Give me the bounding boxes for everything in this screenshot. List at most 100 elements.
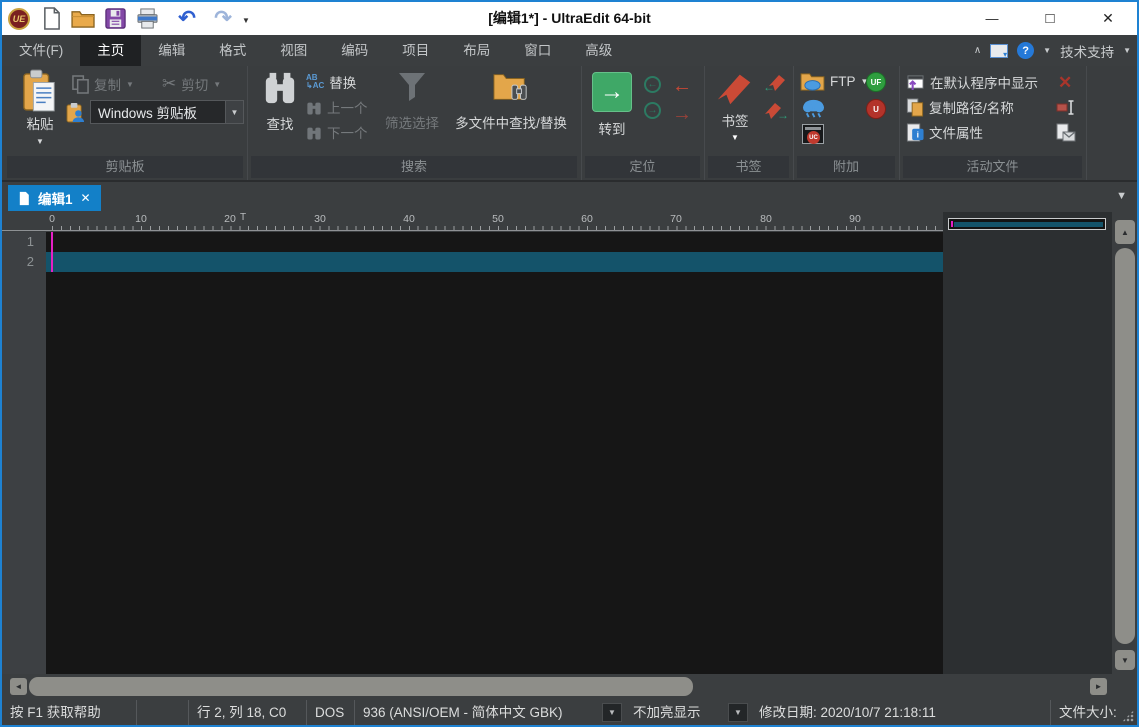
app-logo[interactable]: UE bbox=[6, 6, 32, 32]
status-line-ending[interactable]: DOS bbox=[307, 700, 355, 725]
next-change-button[interactable]: → bbox=[672, 104, 692, 124]
help-dropdown-icon[interactable]: ▼ bbox=[1043, 46, 1051, 55]
menu-home[interactable]: 主页 bbox=[80, 35, 141, 66]
scroll-down-button[interactable]: ▼ bbox=[1115, 650, 1135, 670]
show-in-default-button[interactable]: 在默认程序中显示 bbox=[906, 72, 1038, 92]
tab-close-icon[interactable]: ✕ bbox=[81, 191, 91, 205]
layout-switch-icon[interactable] bbox=[990, 44, 1008, 58]
ruler-mark: 50 bbox=[483, 213, 513, 225]
find-in-files-label: 多文件中查找/替换 bbox=[455, 112, 567, 132]
encoding-dropdown-icon[interactable]: ▼ bbox=[602, 703, 622, 722]
find-in-files-icon bbox=[491, 69, 531, 105]
close-button[interactable]: ✕ bbox=[1079, 2, 1137, 35]
filter-label: 筛选选择 bbox=[385, 112, 439, 132]
ultracompare-button[interactable]: UC bbox=[802, 124, 824, 144]
editor-line-2-active bbox=[46, 252, 943, 272]
group-label-clipboard: 剪贴板 bbox=[7, 156, 243, 178]
paste-label: 粘贴 bbox=[27, 113, 54, 133]
quick-access-customize-button[interactable]: ▼ bbox=[242, 10, 250, 28]
bookmark-button[interactable]: 书签 ▼ bbox=[711, 68, 759, 142]
clipboard-dropdown[interactable]: Windows 剪贴板 ▼ bbox=[90, 100, 244, 124]
menu-file[interactable]: 文件(F) bbox=[2, 35, 80, 66]
undo-button[interactable]: ↶ bbox=[174, 6, 200, 32]
print-button[interactable] bbox=[134, 6, 160, 32]
redo-button[interactable]: ↷ bbox=[210, 6, 236, 32]
support-menu[interactable]: 技术支持 bbox=[1060, 41, 1114, 61]
menu-right-cluster: ∧ ? ▼ 技术支持 ▼ bbox=[974, 35, 1131, 66]
find-in-files-button[interactable]: 多文件中查找/替换 bbox=[446, 69, 576, 132]
previous-bookmark-button[interactable]: ← bbox=[763, 72, 789, 96]
open-folder-icon bbox=[71, 8, 96, 29]
collapse-ribbon-icon[interactable]: ∧ bbox=[974, 45, 981, 56]
horizontal-scroll-thumb[interactable] bbox=[29, 677, 693, 696]
menu-encoding[interactable]: 编码 bbox=[324, 35, 385, 66]
new-file-button[interactable] bbox=[38, 6, 64, 32]
vertical-scrollbar[interactable]: ▲ ▼ bbox=[1112, 212, 1139, 674]
previous-change-button[interactable]: ← bbox=[672, 76, 692, 96]
back-position-button[interactable]: ← bbox=[644, 76, 661, 93]
menu-bar: 文件(F) 主页 编辑 格式 视图 编码 项目 布局 窗口 高级 ∧ ? ▼ 技… bbox=[2, 35, 1137, 66]
find-next-button[interactable]: 下一个 bbox=[306, 122, 368, 142]
replace-button[interactable]: AB↳AC 替换 bbox=[306, 72, 356, 92]
copy-label: 复制 bbox=[94, 74, 121, 94]
cut-button[interactable]: ✂ 剪切 ▼ bbox=[162, 74, 221, 94]
filter-selection-button[interactable]: 筛选选择 bbox=[378, 71, 446, 132]
file-properties-button[interactable]: i 文件属性 bbox=[906, 122, 983, 142]
menu-window[interactable]: 窗口 bbox=[507, 35, 568, 66]
undo-icon: ↶ bbox=[178, 8, 196, 29]
menu-project[interactable]: 项目 bbox=[385, 35, 446, 66]
cloud-services-button[interactable] bbox=[801, 97, 826, 125]
find-previous-button[interactable]: 上一个 bbox=[306, 97, 368, 117]
resize-grip[interactable] bbox=[1119, 700, 1137, 725]
scroll-right-button[interactable]: ► bbox=[1090, 678, 1107, 695]
status-spare bbox=[137, 700, 189, 725]
line-number: 2 bbox=[2, 252, 46, 272]
bookmark-dropdown-icon: ▼ bbox=[731, 133, 739, 142]
help-icon[interactable]: ? bbox=[1017, 42, 1034, 59]
maximize-button[interactable]: □ bbox=[1021, 2, 1079, 35]
menu-advanced[interactable]: 高级 bbox=[568, 35, 629, 66]
paste-dropdown-icon: ▼ bbox=[36, 137, 44, 146]
goto-button[interactable]: → 转到 bbox=[592, 72, 632, 138]
forward-position-button[interactable]: → bbox=[644, 102, 661, 119]
ultraedit-logo-icon: UE bbox=[8, 8, 30, 30]
status-modified-date: 修改日期: 2020/10/7 21:18:11 bbox=[751, 700, 1051, 725]
ftp-button[interactable]: FTP ▼ bbox=[800, 71, 868, 92]
windows-clipboard-icon bbox=[66, 102, 85, 123]
save-button[interactable] bbox=[102, 6, 128, 32]
edit-area[interactable] bbox=[46, 232, 943, 674]
new-file-icon bbox=[42, 7, 61, 30]
rename-file-button[interactable] bbox=[1056, 100, 1076, 120]
ultrafinder-button[interactable]: UF bbox=[866, 72, 886, 92]
next-bookmark-button[interactable]: → bbox=[763, 100, 789, 124]
support-dropdown-icon[interactable]: ▼ bbox=[1123, 46, 1131, 55]
tab-list-dropdown-icon[interactable]: ▼ bbox=[1116, 190, 1127, 202]
ultraedit-window: UE ↶ ↷ ▼ [编辑1*] - UltraEdit 64-bit — □ ✕ bbox=[0, 0, 1139, 727]
open-file-button[interactable] bbox=[70, 6, 96, 32]
status-file-size: 文件大小: 46/2 (字节/行) bbox=[1051, 700, 1119, 725]
paste-button[interactable]: 粘贴 ▼ bbox=[14, 69, 66, 146]
scroll-up-button[interactable]: ▲ bbox=[1115, 220, 1135, 244]
vertical-scroll-thumb[interactable] bbox=[1115, 248, 1135, 644]
minimize-button[interactable]: — bbox=[963, 2, 1021, 35]
email-file-button[interactable] bbox=[1056, 123, 1076, 147]
status-caret-position: 行 2, 列 18, C0 bbox=[189, 700, 307, 725]
horizontal-scrollbar[interactable]: ◄ ► bbox=[2, 674, 1137, 700]
highlight-dropdown-icon[interactable]: ▼ bbox=[728, 703, 748, 722]
menu-format[interactable]: 格式 bbox=[202, 35, 263, 66]
document-map-viewport[interactable] bbox=[948, 218, 1106, 230]
tab-edit1[interactable]: 编辑1 ✕ bbox=[8, 185, 101, 211]
copy-path-button[interactable]: 复制路径/名称 bbox=[906, 97, 1014, 117]
status-highlight-mode[interactable]: 不加亮显示 bbox=[625, 700, 709, 725]
ultracompare-icon: UC bbox=[807, 131, 820, 144]
status-encoding[interactable]: 936 (ANSI/OEM - 简体中文 GBK) bbox=[355, 700, 599, 725]
menu-layout[interactable]: 布局 bbox=[446, 35, 507, 66]
scroll-left-button[interactable]: ◄ bbox=[10, 678, 27, 695]
email-icon bbox=[1056, 123, 1076, 142]
close-file-button[interactable]: ✕ bbox=[1058, 74, 1072, 91]
ultraftp-button[interactable]: U bbox=[866, 99, 886, 119]
copy-button[interactable]: 复制 ▼ bbox=[72, 74, 134, 94]
menu-view[interactable]: 视图 bbox=[263, 35, 324, 66]
menu-edit[interactable]: 编辑 bbox=[141, 35, 202, 66]
find-button[interactable]: 查找 bbox=[258, 71, 302, 133]
